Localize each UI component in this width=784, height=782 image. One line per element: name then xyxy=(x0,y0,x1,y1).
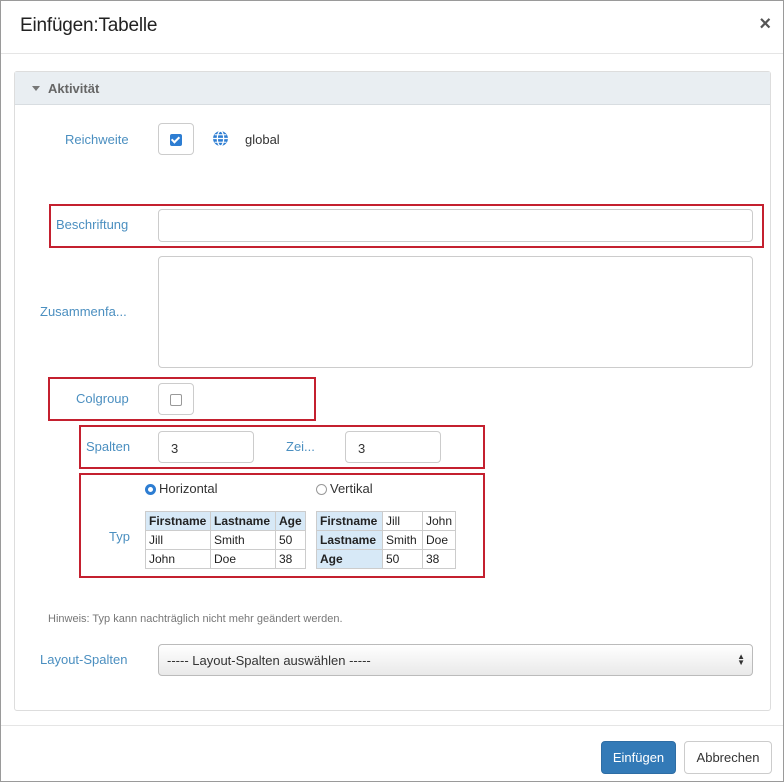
table-cell: Doe xyxy=(210,549,276,569)
insert-button[interactable]: Einfügen xyxy=(601,741,676,774)
layout-spalten-value: ----- Layout-Spalten auswählen ----- xyxy=(167,653,371,668)
hint-text: Hinweis: Typ kann nachträglich nicht meh… xyxy=(48,613,343,625)
vertical-preview-table[interactable]: Firstname Jill John Lastname Smith Doe A… xyxy=(316,511,457,569)
table-row: Lastname Smith Doe xyxy=(316,530,457,550)
dialog-title: Einfügen:Tabelle xyxy=(20,15,158,36)
table-cell: Age xyxy=(316,549,383,569)
reichweite-label: Reichweite xyxy=(65,132,129,147)
radio-horizontal-label[interactable]: Horizontal xyxy=(159,481,218,496)
dialog-header: Einfügen:Tabelle × xyxy=(1,1,783,54)
reichweite-checkbox[interactable] xyxy=(170,134,182,146)
radio-horizontal[interactable] xyxy=(145,484,156,495)
table-cell: 38 xyxy=(275,549,306,569)
zusammenfassung-textarea[interactable] xyxy=(158,256,753,368)
table-cell: John xyxy=(421,511,457,531)
globe-icon xyxy=(213,130,228,147)
table-row: Jill Smith 50 xyxy=(145,530,306,550)
table-cell: 50 xyxy=(275,530,306,550)
spalten-input[interactable]: 3 xyxy=(158,431,254,463)
reichweite-checkbox-wrapper[interactable] xyxy=(158,123,194,155)
scope-value: global xyxy=(245,132,280,147)
caret-down-icon xyxy=(32,86,40,91)
table-cell: Age xyxy=(275,511,306,531)
zeilen-input[interactable]: 3 xyxy=(345,431,441,463)
activity-panel-header[interactable]: Aktivität xyxy=(15,72,770,105)
typ-label: Typ xyxy=(109,529,130,544)
table-cell: Lastname xyxy=(316,530,383,550)
table-cell: Doe xyxy=(421,530,457,550)
table-cell: Firstname xyxy=(145,511,211,531)
beschriftung-input[interactable] xyxy=(158,209,753,242)
panel-title: Aktivität xyxy=(48,81,100,96)
colgroup-checkbox[interactable] xyxy=(170,394,182,406)
zeilen-label: Zei... xyxy=(286,439,315,454)
table-cell: Jill xyxy=(382,511,423,531)
cancel-button[interactable]: Abbrechen xyxy=(684,741,772,774)
close-icon[interactable]: × xyxy=(759,13,771,35)
table-cell: 50 xyxy=(382,549,423,569)
select-arrows-icon: ▲ ▼ xyxy=(737,652,745,667)
footer-divider xyxy=(1,725,783,726)
table-cell: Smith xyxy=(382,530,423,550)
table-cell: Firstname xyxy=(316,511,383,531)
layout-spalten-select[interactable]: ----- Layout-Spalten auswählen ----- ▲ ▼ xyxy=(158,644,753,676)
spalten-label: Spalten xyxy=(86,439,131,454)
table-row: Firstname Lastname Age xyxy=(145,511,306,531)
colgroup-checkbox-wrapper[interactable] xyxy=(158,383,194,415)
table-cell: 38 xyxy=(421,549,457,569)
table-row: Age 50 38 xyxy=(316,549,457,569)
insert-table-dialog: Einfügen:Tabelle × Aktivität Reichweite … xyxy=(0,0,784,782)
table-cell: Jill xyxy=(145,530,211,550)
table-cell: Smith xyxy=(210,530,276,550)
zusammenfassung-label: Zusammenfa... xyxy=(40,304,127,319)
radio-vertical-label[interactable]: Vertikal xyxy=(330,481,373,496)
table-row: John Doe 38 xyxy=(145,549,306,569)
table-row: Firstname Jill John xyxy=(316,511,457,531)
horizontal-preview-table[interactable]: Firstname Lastname Age Jill Smith 50 Joh… xyxy=(145,511,306,569)
radio-vertical[interactable] xyxy=(316,484,327,495)
layout-spalten-label: Layout-Spalten xyxy=(40,652,128,667)
table-cell: John xyxy=(145,549,211,569)
beschriftung-label: Beschriftung xyxy=(56,217,129,232)
table-cell: Lastname xyxy=(210,511,276,531)
colgroup-label: Colgroup xyxy=(76,391,129,406)
